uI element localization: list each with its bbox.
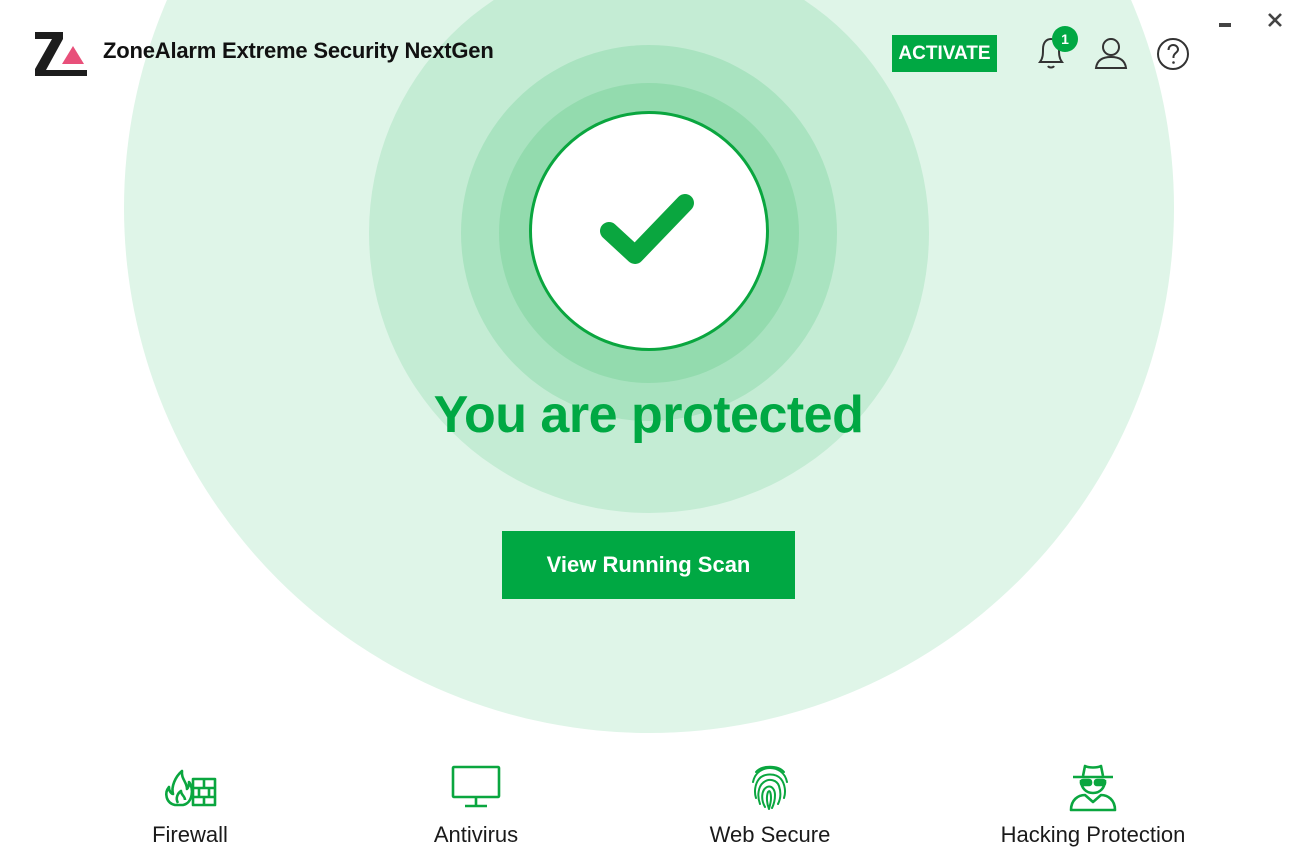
firewall-icon	[163, 760, 217, 814]
fingerprint-icon	[743, 760, 797, 814]
feature-label: Hacking Protection	[1000, 822, 1186, 847]
app-title: ZoneAlarm Extreme Security NextGen	[103, 38, 494, 63]
feature-firewall[interactable]: Firewall	[140, 760, 240, 848]
feature-hacking-protection[interactable]: Hacking Protection	[990, 760, 1196, 848]
feature-antivirus[interactable]: Antivirus	[421, 760, 531, 848]
feature-label: Web Secure	[709, 822, 831, 847]
notification-badge: 1	[1052, 26, 1078, 52]
feature-web-secure[interactable]: Web Secure	[705, 760, 835, 848]
feature-label: Firewall	[152, 822, 228, 847]
zonealarm-logo	[33, 30, 89, 78]
monitor-icon	[449, 760, 503, 814]
minimize-icon[interactable]	[1217, 14, 1233, 30]
protection-status-circle	[529, 111, 769, 351]
feature-label: Antivirus	[433, 822, 519, 847]
spy-icon	[1066, 760, 1120, 814]
checkmark-icon	[600, 194, 694, 264]
close-icon[interactable]	[1266, 11, 1284, 29]
activate-button[interactable]: ACTIVATE	[892, 35, 997, 72]
help-icon[interactable]	[1156, 37, 1190, 71]
view-running-scan-button[interactable]: View Running Scan	[502, 531, 795, 599]
protection-status-title: You are protected	[433, 386, 864, 444]
user-icon[interactable]	[1094, 36, 1128, 70]
